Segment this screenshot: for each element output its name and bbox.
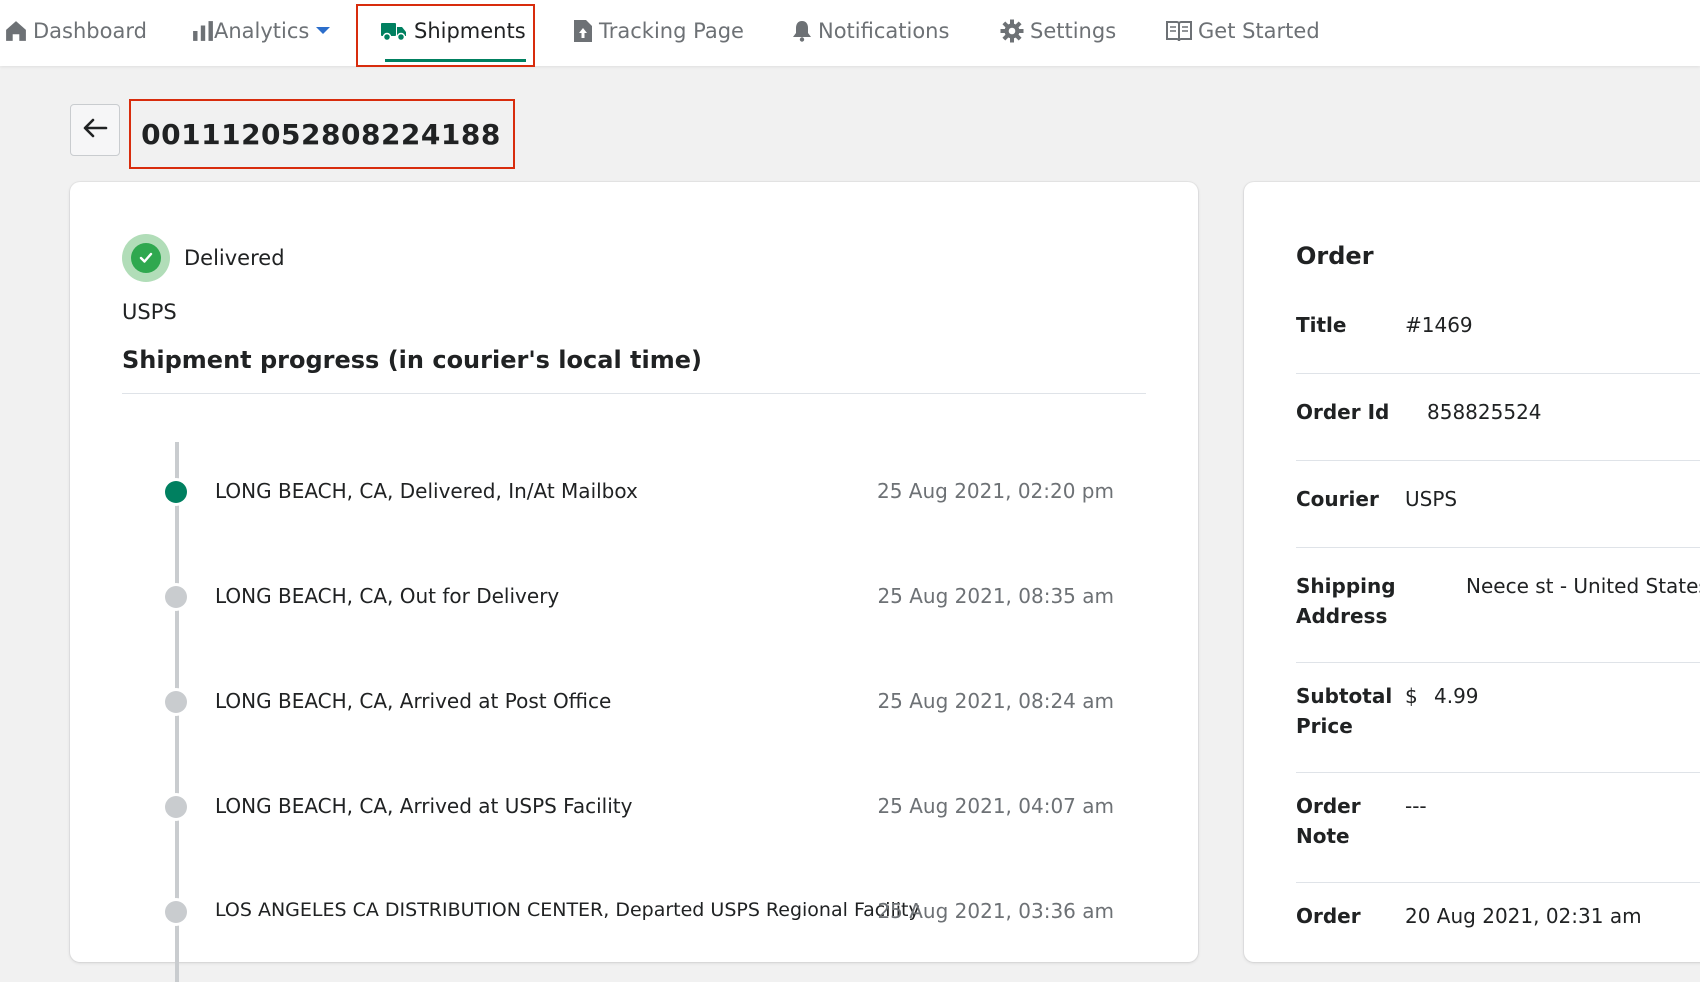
nav-get-started-label: Get Started: [1198, 19, 1320, 43]
order-date-value: 20 Aug 2021, 02:31 am: [1405, 904, 1642, 928]
nav-dashboard[interactable]: Dashboard: [5, 0, 147, 62]
nav-settings[interactable]: Settings: [1000, 0, 1116, 62]
top-navigation: Dashboard Analytics Shipments Tracking P…: [0, 0, 1700, 66]
nav-analytics[interactable]: Analytics: [192, 0, 331, 62]
checkmark-icon: [131, 243, 161, 273]
bell-icon: [792, 20, 812, 42]
order-note-label: Order Note: [1296, 794, 1361, 848]
order-row-subtotal: Subtotal Price $ 4.99: [1296, 681, 1700, 773]
timeline-event: LOS ANGELES CA DISTRIBUTION CENTER, Depa…: [70, 897, 1198, 927]
timeline-dot: [165, 901, 187, 923]
bar-chart-icon: [192, 20, 214, 42]
order-row-date: Order 20 Aug 2021, 02:31 am: [1296, 901, 1700, 961]
caret-down-icon: [315, 26, 331, 36]
order-shipping-address-label: Shipping Address: [1296, 574, 1396, 628]
event-description: LOS ANGELES CA DISTRIBUTION CENTER, Depa…: [215, 899, 920, 921]
status-indicator: [122, 234, 170, 282]
timeline-event: LONG BEACH, CA, Delivered, In/At Mailbox…: [70, 477, 1198, 507]
order-courier-label: Courier: [1296, 487, 1379, 511]
book-open-icon: [1166, 20, 1192, 42]
nav-tracking-page[interactable]: Tracking Page: [573, 0, 744, 62]
timeline-dot-current: [165, 481, 187, 503]
order-row-id: Order Id 858825524: [1296, 397, 1700, 461]
event-time: 25 Aug 2021, 03:36 am: [877, 899, 1114, 923]
timeline-event: LONG BEACH, CA, Arrived at Post Office 2…: [70, 687, 1198, 717]
order-shipping-address-value: Neece st - United States: [1466, 574, 1700, 598]
nav-tracking-page-label: Tracking Page: [599, 19, 744, 43]
order-id-value: 858825524: [1427, 400, 1542, 424]
nav-notifications-label: Notifications: [818, 19, 950, 43]
order-card: Order Title #1469 Order Id 858825524 Cou…: [1244, 182, 1700, 962]
order-id-label: Order Id: [1296, 400, 1390, 424]
courier-name: USPS: [122, 300, 177, 324]
delivery-status: Delivered: [122, 234, 285, 282]
back-button[interactable]: [70, 104, 120, 156]
event-time: 25 Aug 2021, 08:24 am: [877, 689, 1114, 713]
event-description: LONG BEACH, CA, Arrived at USPS Facility: [215, 794, 633, 818]
timeline-dot: [165, 691, 187, 713]
home-icon: [5, 20, 27, 42]
nav-dashboard-label: Dashboard: [33, 19, 147, 43]
timeline-dot: [165, 796, 187, 818]
timeline-dot: [165, 586, 187, 608]
divider: [122, 393, 1146, 394]
timeline-event: LONG BEACH, CA, Arrived at USPS Facility…: [70, 792, 1198, 822]
event-time: 25 Aug 2021, 08:35 am: [877, 584, 1114, 608]
nav-analytics-label: Analytics: [214, 19, 310, 43]
order-subtotal-label: Subtotal Price: [1296, 684, 1393, 738]
order-subtotal-currency: $: [1405, 684, 1418, 708]
gear-icon: [1000, 19, 1024, 43]
event-description: LONG BEACH, CA, Arrived at Post Office: [215, 689, 612, 713]
order-subtotal-value: 4.99: [1434, 684, 1479, 708]
order-title-label: Title: [1296, 313, 1347, 337]
highlight-box-shipments: [356, 4, 535, 67]
nav-settings-label: Settings: [1030, 19, 1117, 43]
event-description: LONG BEACH, CA, Delivered, In/At Mailbox: [215, 479, 638, 503]
tracking-number-title: 001112052808224188: [141, 117, 501, 151]
event-time: 25 Aug 2021, 02:20 pm: [876, 479, 1114, 503]
order-row-courier: Courier USPS: [1296, 484, 1700, 548]
nav-notifications[interactable]: Notifications: [792, 0, 949, 62]
status-label: Delivered: [184, 246, 285, 270]
order-date-label: Order: [1296, 904, 1361, 928]
event-description: LONG BEACH, CA, Out for Delivery: [215, 584, 560, 608]
shipment-progress-heading: Shipment progress (in courier's local ti…: [122, 346, 702, 374]
order-row-note: Order Note ---: [1296, 791, 1700, 883]
shipment-card: Delivered USPS Shipment progress (in cou…: [70, 182, 1198, 982]
event-time: 25 Aug 2021, 04:07 am: [877, 794, 1114, 818]
order-row-shipping-address: Shipping Address Neece st - United State…: [1296, 571, 1700, 663]
order-row-title: Title #1469: [1296, 310, 1700, 374]
arrow-left-icon: [82, 117, 108, 143]
order-title-value[interactable]: #1469: [1405, 310, 1473, 340]
timeline-event: LONG BEACH, CA, Out for Delivery 25 Aug …: [70, 582, 1198, 612]
nav-get-started[interactable]: Get Started: [1166, 0, 1320, 62]
order-courier-value: USPS: [1405, 487, 1458, 511]
order-note-value: ---: [1405, 794, 1427, 818]
order-heading: Order: [1296, 242, 1374, 270]
file-upload-icon: [573, 19, 593, 43]
